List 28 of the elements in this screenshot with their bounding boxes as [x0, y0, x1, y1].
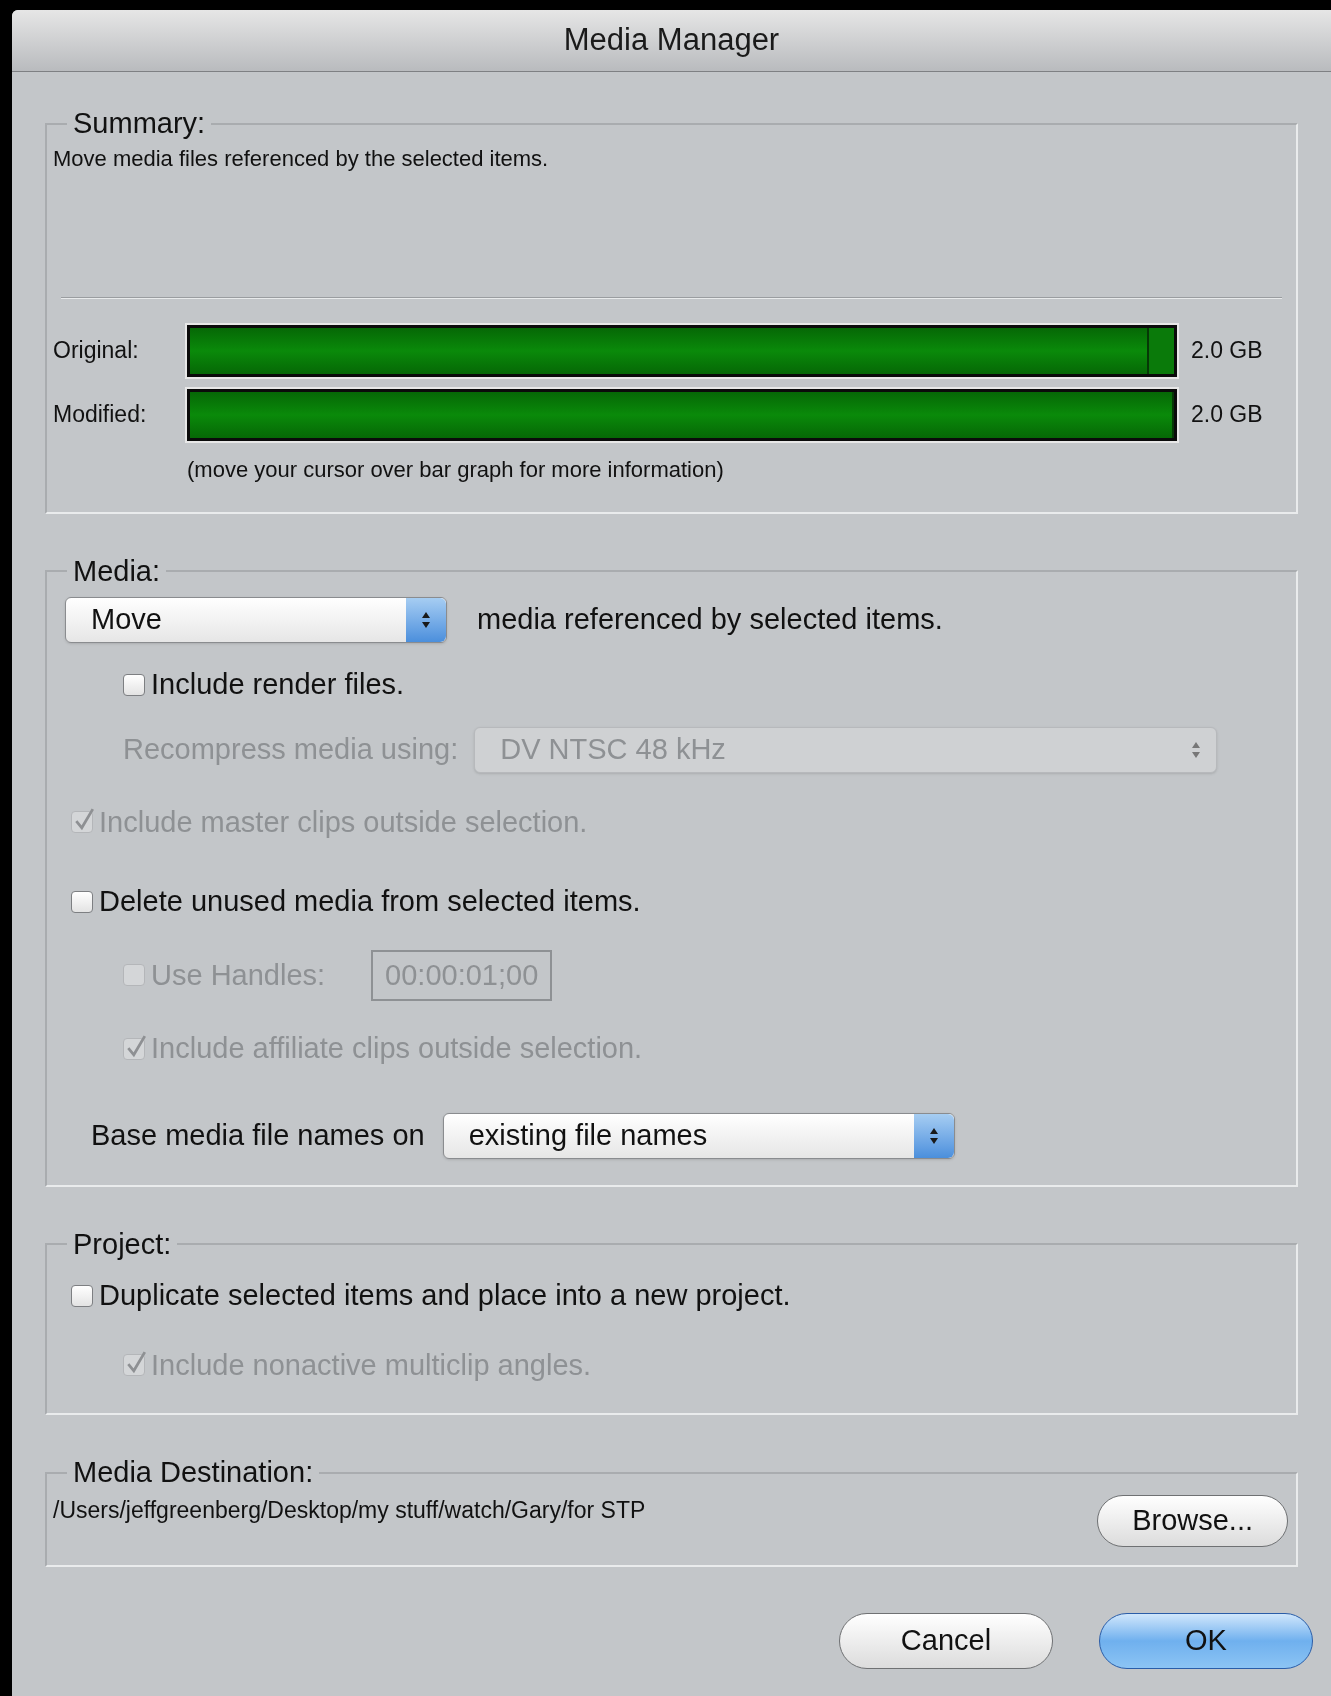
checkbox[interactable] — [123, 673, 145, 696]
checkbox-label: Duplicate selected items and place into a new project. — [99, 1278, 791, 1313]
bar-label: Original: — [53, 336, 140, 366]
checkbox[interactable] — [71, 1284, 93, 1307]
summary-description: Move media files referenced by the selected items. — [53, 144, 550, 173]
checkbox-label: Include render files. — [151, 667, 405, 702]
checkmark-icon — [125, 1349, 147, 1376]
group-title: Summary: — [72, 106, 207, 141]
bar-label: Modified: — [53, 400, 148, 430]
checkmark-icon — [73, 806, 95, 833]
bar-graph-hint: (move your cursor over bar graph for more information) — [187, 455, 725, 484]
size-reading: 2.0 GB — [1191, 336, 1263, 366]
popup-menu[interactable]: existing file names — [442, 1112, 955, 1159]
popup-menu[interactable]: Move — [65, 597, 447, 643]
size-reading: 2.0 GB — [1191, 400, 1263, 430]
checkbox[interactable] — [71, 890, 93, 913]
media-action-text: media referenced by selected items. — [477, 602, 943, 638]
group-title: Project: — [72, 1226, 173, 1262]
browse-button[interactable]: Browse... — [1097, 1494, 1288, 1547]
window-title: Media Manager — [563, 21, 780, 60]
destination-path: /Users/jeffgreenberg/Desktop/my stuff/watch/Gary/for STP — [53, 1496, 646, 1526]
checkbox-label: Delete unused media from selected items. — [99, 884, 641, 919]
dialog-button[interactable]: Cancel — [839, 1612, 1053, 1669]
stepper-arrows-icon — [421, 610, 431, 630]
dialog-button[interactable]: OK — [1099, 1612, 1313, 1669]
group-title: Media Destination: — [72, 1455, 315, 1490]
group-title: Media: — [72, 553, 162, 589]
base-names-label: Base media file names on — [91, 1117, 425, 1153]
